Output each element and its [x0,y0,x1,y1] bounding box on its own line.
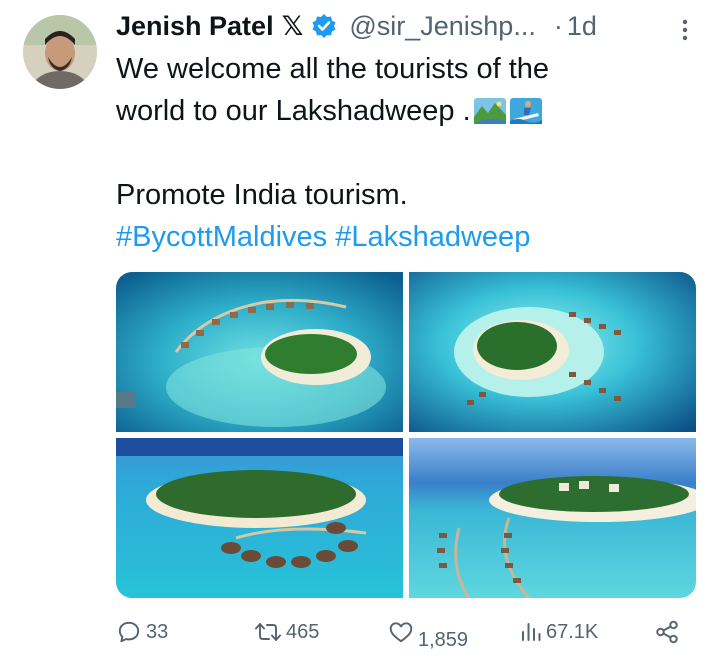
like-button[interactable]: 1,859 [388,612,468,652]
like-count: 1,859 [418,628,469,651]
x-badge: 𝕏 [281,10,304,41]
island-resort-photo-1[interactable] [116,272,403,432]
tweet-timestamp[interactable]: 1d [567,11,597,42]
media-grid [116,272,696,598]
tweet-line-2: world to our Lakshadweep . [116,90,692,132]
avatar-image [23,15,97,89]
tweet-actions: 33 465 1,859 67.1K [116,612,696,652]
reply-button[interactable]: 33 [116,612,168,652]
views-button[interactable]: 67.1K [520,612,598,652]
reply-count: 33 [146,620,169,643]
like-icon [388,619,414,645]
views-count: 67.1K [546,620,599,643]
retweet-count: 465 [286,620,320,643]
verified-badge-icon [311,13,337,39]
share-button[interactable] [654,612,680,652]
author-handle[interactable]: @sir_Jenishp... [349,11,535,42]
tweet-line-1: We welcome all the tourists of the [116,53,550,85]
tweet-hashtags: #BycottMaldives #Lakshadweep [116,216,692,258]
tweet-header: Jenish Patel 𝕏 @sir_Jenishp... · 1d [116,6,692,46]
author-name[interactable]: Jenish Patel [116,11,274,42]
avatar[interactable] [23,15,97,89]
island-resort-photo-3[interactable] [116,438,403,598]
tweet-line-3: Promote India tourism. [116,179,408,211]
share-icon [654,619,680,645]
island-resort-photo-4[interactable] [409,438,696,598]
tweet-line-2-text: world to our Lakshadweep . [116,95,471,127]
retweet-icon [254,619,282,645]
national-park-emoji [473,95,507,124]
hashtag-link[interactable]: #Lakshadweep [335,221,530,253]
separator-dot: · [553,10,563,41]
reply-icon [116,619,142,645]
island-resort-photo-2[interactable] [409,272,696,432]
person-surfing-emoji [509,95,543,124]
hashtag-link[interactable]: #BycottMaldives [116,221,327,253]
views-icon [520,620,542,644]
retweet-button[interactable]: 465 [254,612,319,652]
more-vertical-icon[interactable] [682,18,688,42]
tweet-text: We welcome all the tourists of the world… [116,48,692,258]
